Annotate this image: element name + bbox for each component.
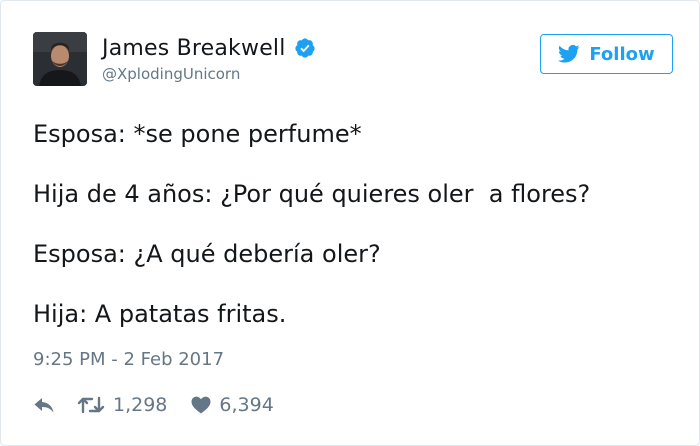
reply-icon: [33, 396, 55, 414]
tweet-line: Esposa: *se pone perfume*: [33, 120, 362, 148]
user-handle[interactable]: @XplodingUnicorn: [102, 65, 316, 83]
tweet-text: Esposa: *se pone perfume* Hija de 4 años…: [33, 114, 673, 354]
tweet-timestamp[interactable]: 9:25 PM - 2 Feb 2017: [33, 349, 224, 370]
like-button[interactable]: 6,394: [191, 394, 274, 416]
display-name[interactable]: James Breakwell: [102, 36, 286, 61]
twitter-bird-icon: [558, 44, 580, 64]
follow-label: Follow: [589, 43, 655, 65]
retweet-button[interactable]: 1,298: [77, 394, 167, 416]
reply-button[interactable]: [33, 396, 55, 414]
tweet-header: James Breakwell @XplodingUnicorn Follow: [33, 32, 673, 88]
retweet-count: 1,298: [113, 394, 168, 416]
verified-badge-icon: [294, 37, 316, 59]
follow-button[interactable]: Follow: [540, 34, 673, 74]
like-count: 6,394: [219, 394, 274, 416]
retweet-icon: [77, 395, 105, 415]
tweet-line: Hija de 4 años: ¿Por qué quieres oler a …: [33, 180, 591, 208]
user-names: James Breakwell @XplodingUnicorn: [102, 34, 316, 83]
avatar[interactable]: [33, 32, 87, 86]
tweet-card: James Breakwell @XplodingUnicorn Follow …: [0, 0, 700, 446]
tweet-actions: 1,298 6,394: [33, 390, 274, 420]
heart-icon: [191, 396, 211, 414]
tweet-line: Esposa: ¿A qué debería oler?: [33, 240, 381, 268]
tweet-line: Hija: A patatas fritas.: [33, 300, 287, 328]
avatar-image: [33, 32, 87, 86]
